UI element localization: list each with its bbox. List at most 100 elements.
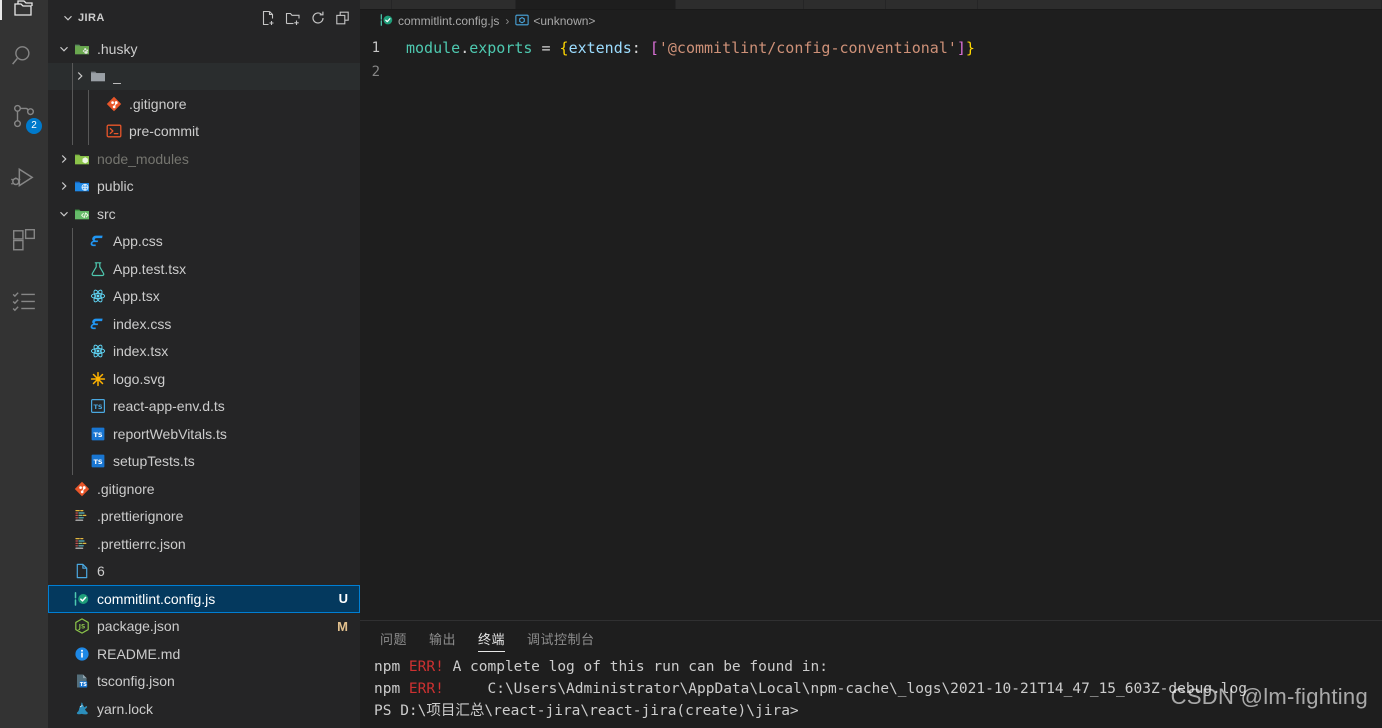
tree-file-gitignore[interactable]: .gitignore [48, 475, 360, 503]
activity-item-run-and-debug[interactable] [0, 154, 48, 202]
tree-file-commitlint-config-js[interactable]: commitlint.config.js U [48, 585, 360, 613]
panel-tab-terminal[interactable]: 终端 [478, 621, 506, 656]
tree-file-gitignore[interactable]: .gitignore [48, 90, 360, 118]
chevron-right-icon[interactable] [56, 151, 72, 167]
terminal-prefix: npm [374, 681, 409, 697]
tree-file-readme-md[interactable]: README.md [48, 640, 360, 668]
tree-item-label: public [97, 178, 134, 195]
prettier-icon-icon [72, 536, 92, 552]
terminal-line: npm ERR! A complete log of this run can … [374, 656, 1382, 678]
tree-file-reportwebvitals-ts[interactable]: TS reportWebVitals.ts [48, 420, 360, 448]
breadcrumb-separator: › [505, 14, 510, 28]
tree-file-index-tsx[interactable]: index.tsx [48, 337, 360, 365]
tree-file-tsconfig-json[interactable]: TS tsconfig.json [48, 668, 360, 696]
activity-item-search[interactable] [0, 32, 48, 80]
prettier-icon-icon [72, 508, 92, 524]
search-icon [11, 43, 37, 69]
tree-file-app-tsx[interactable]: App.tsx [48, 282, 360, 310]
code-token: exports [469, 39, 533, 57]
indent-guide [72, 255, 73, 283]
panel-tabs[interactable]: 问题 输出 终端 调试控制台 [360, 621, 1382, 656]
tree-file-setuptests-ts[interactable]: TS setupTests.ts [48, 447, 360, 475]
folder-plain-icon [88, 68, 108, 84]
git-icon-icon [104, 96, 124, 112]
breadcrumb-file[interactable]: commitlint.config.js [380, 13, 499, 30]
tree-file-prettierrc-json[interactable]: .prettierrc.json [48, 530, 360, 558]
terminal-error-tag: ERR! [408, 681, 444, 697]
code-line[interactable]: 2 [360, 60, 1382, 84]
code-text: module.exports = {extends: ['@commitlint… [406, 37, 975, 59]
tree-folder-[interactable]: _ [48, 62, 360, 90]
tree-file-package-json[interactable]: JS package.json M [48, 613, 360, 641]
tree-file-6[interactable]: 6 [48, 558, 360, 586]
collapse-all-icon[interactable] [332, 7, 354, 29]
info-icon-icon [72, 646, 92, 662]
checklist-icon [11, 289, 37, 315]
chevron-right-icon[interactable] [72, 68, 88, 84]
svg-text:TS: TS [80, 682, 87, 688]
tree-file-app-test-tsx[interactable]: App.test.tsx [48, 255, 360, 283]
code-line[interactable]: 1 module.exports = {extends: ['@commitlin… [360, 36, 1382, 60]
editor-tab-active[interactable] [516, 0, 676, 9]
folder-husky-icon [72, 41, 92, 57]
code-token: : [631, 39, 641, 57]
chevron-right-icon[interactable] [56, 178, 72, 194]
tree-item-label: 6 [97, 563, 105, 580]
tree-file-index-css[interactable]: index.css [48, 310, 360, 338]
tree-file-prettierignore[interactable]: .prettierignore [48, 503, 360, 531]
indent-guide [72, 62, 73, 90]
editor-tab-sliver[interactable] [392, 0, 516, 9]
indent-guide [72, 392, 73, 420]
activity-item-source-control[interactable]: 2 [0, 92, 48, 140]
chevron-down-icon[interactable] [56, 206, 72, 222]
explorer-folder-header[interactable]: JIRA [48, 0, 360, 35]
tree-item-label: App.tsx [113, 288, 160, 305]
git-status-badge: U [338, 591, 348, 607]
file-tree[interactable]: .husky _ .gitignore pre-commit node_modules p… [48, 35, 360, 728]
tree-file-react-app-env-d-ts[interactable]: TS react-app-env.d.ts [48, 392, 360, 420]
breadcrumb[interactable]: commitlint.config.js › <unknown> [360, 10, 1382, 32]
editor-tab-sliver[interactable] [804, 0, 886, 9]
code-token: { [559, 39, 569, 57]
tree-folder-public[interactable]: public [48, 173, 360, 201]
css-icon-icon [88, 233, 108, 249]
editor-tab-sliver[interactable] [676, 0, 804, 9]
new-folder-icon[interactable] [282, 7, 304, 29]
bottom-panel: 问题 输出 终端 调试控制台 npm ERR! A complete log of t… [360, 620, 1382, 728]
editor-tab-sliver[interactable] [886, 0, 978, 9]
source-control-badge: 2 [26, 118, 42, 134]
tree-item-label: App.test.tsx [113, 260, 187, 277]
tree-file-logo-svg[interactable]: logo.svg [48, 365, 360, 393]
tree-folder-husky[interactable]: .husky [48, 35, 360, 63]
svg-icon-icon [88, 371, 108, 387]
tree-folder-src[interactable]: src [48, 200, 360, 228]
activity-item-testing[interactable] [0, 278, 48, 326]
breadcrumb-symbol[interactable]: <unknown> [515, 13, 595, 30]
editor-tabstrip[interactable] [360, 0, 1382, 10]
panel-tab-output[interactable]: 输出 [429, 621, 456, 656]
code-token: module [406, 39, 461, 57]
activity-item-extensions[interactable] [0, 216, 48, 264]
panel-tab-problems[interactable]: 问题 [380, 621, 407, 656]
chevron-down-icon[interactable] [56, 41, 72, 57]
npm-icon-icon: JS [72, 618, 92, 634]
panel-tab-debug-console[interactable]: 调试控制台 [527, 621, 595, 656]
code-editor[interactable]: 1 module.exports = {extends: ['@commitlin… [360, 32, 1382, 620]
activity-item-explorer[interactable] [0, 0, 48, 20]
tree-file-yarn-lock[interactable]: yarn.lock [48, 695, 360, 723]
editor-tab-sliver[interactable] [360, 0, 392, 9]
ts-icon-icon: TS [88, 453, 108, 469]
terminal-output[interactable]: npm ERR! A complete log of this run can … [360, 656, 1382, 728]
indent-guide [88, 117, 89, 145]
tree-file-pre-commit[interactable]: pre-commit [48, 117, 360, 145]
chevron-down-icon [60, 10, 76, 26]
new-file-icon[interactable] [257, 7, 279, 29]
refresh-icon[interactable] [307, 7, 329, 29]
terminal-prefix: npm [374, 659, 409, 675]
tree-file-app-css[interactable]: App.css [48, 227, 360, 255]
tree-item-label: src [97, 205, 116, 222]
tree-folder-node-modules[interactable]: node_modules [48, 145, 360, 173]
config-check-icon [380, 13, 394, 30]
